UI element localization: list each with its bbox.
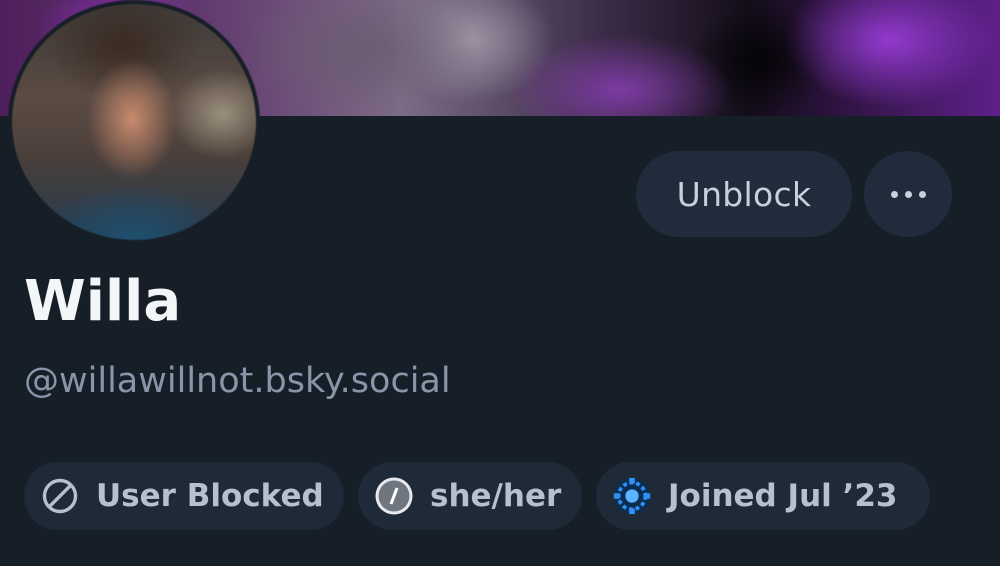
pronouns-label: she/her [430, 478, 562, 514]
display-name: Willa [24, 269, 182, 334]
joined-date-badge: Joined Jul ’23 [596, 462, 930, 530]
avatar[interactable] [8, 0, 260, 244]
unblock-button-label: Unblock [676, 174, 812, 214]
profile-handle[interactable]: @willawillnot.bsky.social [24, 356, 451, 406]
more-options-button[interactable] [864, 151, 952, 237]
pronouns-icon [374, 476, 414, 516]
joined-date-label: Joined Jul ’23 [668, 478, 898, 514]
unblock-button[interactable]: Unblock [636, 151, 852, 237]
joined-icon [612, 476, 652, 516]
blocked-icon [40, 476, 80, 516]
user-blocked-label: User Blocked [96, 478, 324, 514]
profile-header: Unblock Willa @willawillnot.bsky.social … [0, 0, 1000, 566]
pronouns-badge: she/her [358, 462, 582, 530]
more-horizontal-icon [890, 190, 926, 198]
user-blocked-badge: User Blocked [24, 462, 344, 530]
